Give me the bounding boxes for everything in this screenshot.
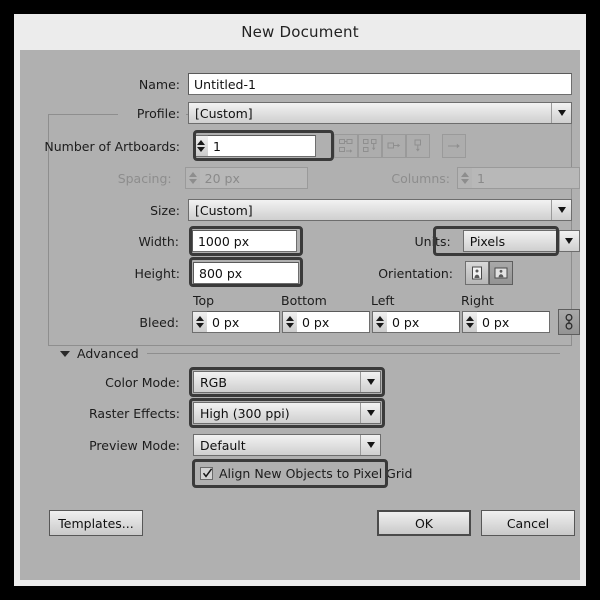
artboards-spinner-arrows[interactable] — [193, 135, 208, 157]
bleed-left-input[interactable]: 0 px — [387, 311, 460, 333]
size-value: [Custom] — [195, 202, 253, 218]
bleed-top-stepper[interactable]: 0 px — [192, 311, 280, 333]
dialog-title: New Document — [241, 23, 359, 41]
advanced-divider — [146, 353, 560, 354]
bleed-left-spinner-arrows[interactable] — [372, 311, 387, 333]
profile-value: [Custom] — [195, 105, 253, 121]
orientation-portrait-button[interactable] — [465, 261, 489, 285]
bleed-bottom-input[interactable]: 0 px — [297, 311, 370, 333]
width-input[interactable]: 1000 px — [191, 230, 298, 252]
raster-effects-value: High (300 ppi) — [200, 405, 290, 421]
bleed-right-stepper[interactable]: 0 px — [462, 311, 550, 333]
artboard-grid-by-column-button[interactable] — [358, 134, 382, 158]
artboard-grid-by-row-button[interactable] — [334, 134, 358, 158]
chevron-down-icon — [551, 200, 571, 220]
advanced-section-header[interactable]: Advanced — [60, 346, 560, 361]
align-pixel-grid-row[interactable]: Align New Objects to Pixel Grid — [196, 463, 419, 484]
width-label: Width: — [138, 233, 179, 249]
spacing-input: 20 px — [199, 167, 308, 189]
units-label: Units: — [414, 233, 451, 249]
dialog-body: Name: Untitled-1 Profile: [Custom] Numbe… — [20, 50, 580, 580]
bleed-top-spinner-arrows[interactable] — [192, 311, 207, 333]
checkmark-icon — [202, 468, 213, 478]
bleed-top-input[interactable]: 0 px — [207, 311, 280, 333]
bleed-right-input[interactable]: 0 px — [477, 311, 550, 333]
dialog-titlebar: New Document — [14, 14, 586, 50]
raster-effects-dropdown[interactable]: High (300 ppi) — [193, 402, 381, 424]
color-mode-value: RGB — [200, 374, 227, 390]
artboards-label: Number of Artboards: — [44, 138, 180, 154]
orientation-label: Orientation: — [378, 265, 453, 281]
profile-dropdown[interactable]: [Custom] — [188, 102, 572, 124]
height-input[interactable]: 800 px — [193, 262, 299, 284]
bleed-bottom-spinner-arrows[interactable] — [282, 311, 297, 333]
advanced-title: Advanced — [77, 346, 139, 361]
bleed-right-header: Right — [461, 293, 494, 308]
bleed-link-button[interactable] — [558, 309, 580, 335]
preview-mode-dropdown[interactable]: Default — [193, 434, 381, 456]
height-label: Height: — [134, 265, 180, 281]
units-value: Pixels — [469, 233, 506, 249]
preview-mode-label: Preview Mode: — [89, 437, 180, 453]
chevron-down-icon — [558, 231, 579, 251]
units-dropdown[interactable]: Pixels — [462, 230, 580, 252]
templates-button[interactable]: Templates... — [49, 510, 143, 536]
bleed-label: Bleed: — [139, 314, 179, 330]
bleed-top-header: Top — [193, 293, 215, 308]
chevron-down-icon — [360, 372, 380, 392]
name-label: Name: — [138, 76, 180, 92]
bleed-right-spinner-arrows[interactable] — [462, 311, 477, 333]
artboard-arrange-by-column-button[interactable] — [406, 134, 430, 158]
bleed-left-stepper[interactable]: 0 px — [372, 311, 460, 333]
align-pixel-grid-label: Align New Objects to Pixel Grid — [219, 466, 413, 481]
height-orientation-row: Height: 800 px Orientation: — [20, 261, 580, 285]
bleed-bottom-header: Bottom — [281, 293, 327, 308]
size-label: Size: — [150, 202, 180, 218]
profile-label: Profile: — [136, 105, 180, 121]
spacing-spinner-arrows — [184, 167, 200, 189]
align-pixel-grid-checkbox-row[interactable]: Align New Objects to Pixel Grid — [196, 463, 419, 484]
artboards-stepper[interactable]: 1 — [193, 135, 316, 157]
bleed-bottom-stepper[interactable]: 0 px — [282, 311, 370, 333]
artboard-flow-direction-button[interactable] — [442, 134, 466, 158]
artboard-layout-buttons — [334, 134, 466, 158]
link-chain-icon — [565, 313, 573, 330]
chevron-down-icon — [360, 435, 380, 455]
profile-row: Profile: [Custom] — [20, 102, 580, 124]
artboards-input[interactable]: 1 — [208, 135, 316, 157]
preview-mode-row: Preview Mode: Default — [20, 434, 580, 456]
raster-effects-label: Raster Effects: — [89, 405, 180, 421]
cancel-button[interactable]: Cancel — [481, 510, 575, 536]
new-document-dialog: New Document Name: Untitled-1 Profile: [… — [14, 14, 586, 586]
name-input[interactable]: Untitled-1 — [188, 73, 572, 95]
color-mode-row: Color Mode: RGB — [20, 371, 580, 393]
name-row: Name: Untitled-1 — [20, 73, 580, 95]
raster-effects-row: Raster Effects: High (300 ppi) — [20, 402, 580, 424]
artboard-arrange-by-row-button[interactable] — [382, 134, 406, 158]
columns-stepper: 1 — [457, 167, 580, 189]
columns-input: 1 — [472, 167, 580, 189]
spacing-label: Spacing: — [117, 170, 172, 186]
size-dropdown[interactable]: [Custom] — [188, 199, 572, 221]
chevron-down-icon — [551, 103, 571, 123]
chevron-down-icon — [360, 403, 380, 423]
columns-label: Columns: — [391, 170, 450, 186]
triangle-down-icon[interactable] — [60, 350, 70, 357]
artboards-row: Number of Artboards: 1 — [20, 134, 580, 158]
orientation-buttons — [465, 261, 513, 285]
columns-spinner-arrows — [457, 167, 472, 189]
color-mode-label: Color Mode: — [105, 374, 180, 390]
width-units-row: Width: 1000 px Units: Pixels — [20, 230, 580, 252]
bleed-row: Bleed: 0 px 0 px 0 px 0 px — [20, 309, 580, 335]
size-row: Size: [Custom] — [20, 199, 580, 221]
spacing-columns-row: Spacing: 20 px Columns: 1 — [20, 167, 580, 189]
color-mode-dropdown[interactable]: RGB — [193, 371, 381, 393]
spacing-stepper: 20 px — [184, 167, 308, 189]
orientation-landscape-button[interactable] — [489, 261, 513, 285]
align-pixel-grid-checkbox[interactable] — [200, 467, 213, 480]
preview-mode-value: Default — [200, 437, 246, 453]
bleed-left-header: Left — [371, 293, 395, 308]
ok-button[interactable]: OK — [377, 510, 471, 536]
